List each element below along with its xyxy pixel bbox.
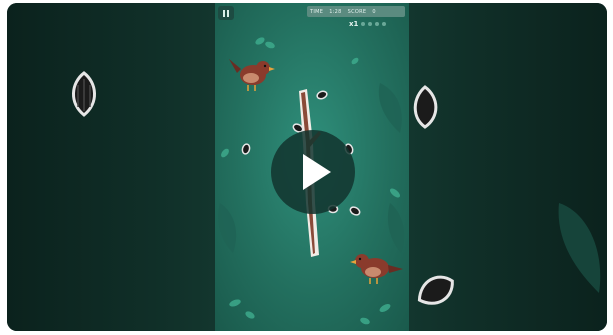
- multiplier-dot: [375, 22, 380, 26]
- leaf-decoration: [558, 203, 601, 293]
- multiplier-dot: [382, 22, 387, 26]
- sparrow-icon: [229, 59, 275, 91]
- blurred-background-left: [7, 3, 215, 331]
- time-value: 1:28: [329, 8, 342, 15]
- score-value: 0: [372, 8, 376, 15]
- multiplier-dot: [361, 22, 366, 26]
- sunflower-seed-icon: [72, 71, 96, 117]
- hud-bar: TIME 1:28 SCORE 0: [307, 6, 405, 17]
- multiplier-dot: [368, 22, 373, 26]
- multiplier-label: x1: [349, 20, 359, 28]
- pause-icon: [223, 9, 225, 17]
- sunflower-seed-icon: [413, 85, 438, 129]
- score-label: SCORE: [347, 8, 367, 15]
- sparrow-icon: [350, 254, 403, 284]
- time-label: TIME: [310, 8, 324, 15]
- video-player[interactable]: TIME 1:28 SCORE 0 x1: [7, 3, 607, 331]
- play-icon: [303, 154, 331, 190]
- play-button[interactable]: [271, 130, 355, 214]
- multiplier-indicator: x1: [349, 20, 387, 28]
- sunflower-seed-icon: [417, 275, 454, 305]
- pause-button[interactable]: [218, 6, 234, 20]
- blurred-background-right: [409, 3, 607, 331]
- game-screen[interactable]: TIME 1:28 SCORE 0 x1: [215, 3, 409, 331]
